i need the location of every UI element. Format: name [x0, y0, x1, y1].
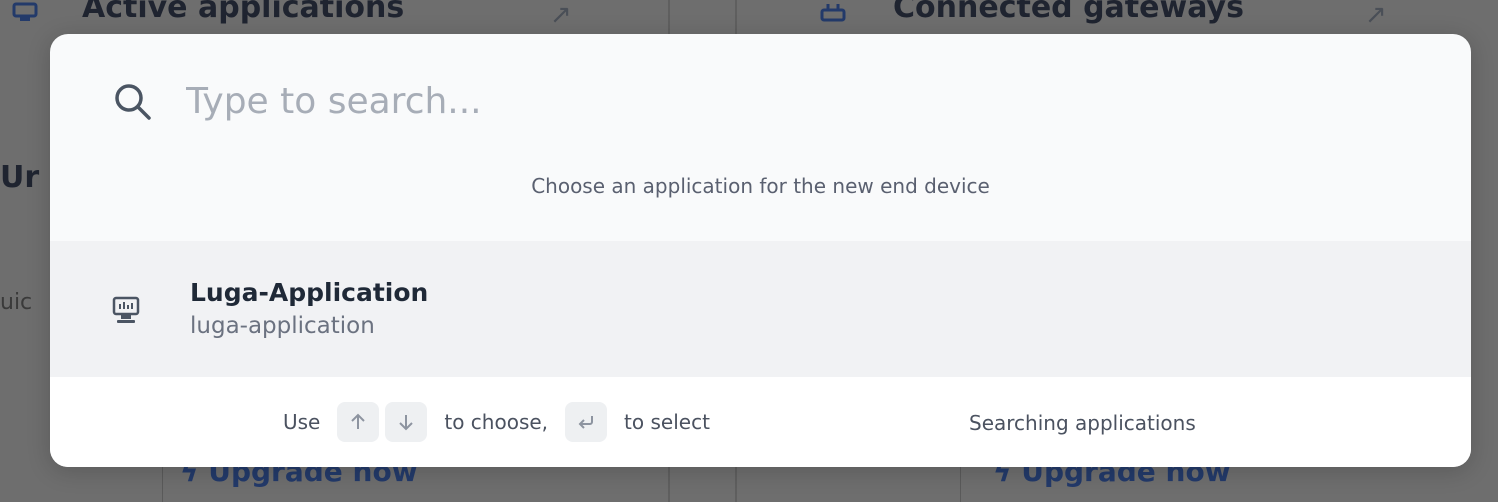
arrow-up-key [337, 402, 380, 442]
result-name: Luga-Application [190, 278, 429, 307]
search-dialog: Choose an application for the new end de… [50, 34, 1471, 467]
search-row [50, 34, 1471, 164]
arrow-up-right-icon: ↗ [550, 0, 572, 30]
search-hint: Choose an application for the new end de… [531, 174, 990, 198]
application-icon [12, 2, 38, 21]
arrow-down-key [385, 402, 428, 442]
use-label: Use [283, 410, 321, 434]
result-item-luga-application[interactable]: Luga-Application luga-application [50, 241, 1471, 377]
dialog-footer: Use to choose, to select Searching appli… [50, 377, 1471, 467]
connected-gateways-title: Connected gateways [893, 0, 1244, 25]
enter-key [565, 402, 608, 442]
result-text: Luga-Application luga-application [190, 276, 428, 342]
search-input[interactable] [186, 80, 1186, 122]
arrow-up-right-icon: ↗ [1365, 0, 1387, 30]
search-icon [115, 84, 151, 120]
arrow-down-icon [399, 415, 414, 431]
result-id: luga-application [190, 313, 375, 339]
choose-label: to choose, [444, 410, 549, 434]
arrow-up-icon [351, 413, 366, 429]
keyboard-hints: Use to choose, to select [283, 402, 710, 442]
application-icon [112, 296, 140, 323]
enter-icon [578, 416, 594, 429]
side-subtext-fragment: uic [0, 290, 33, 315]
gateway-icon [820, 4, 846, 22]
active-applications-title: Active applications [82, 0, 405, 25]
results-list: Luga-Application luga-application [50, 241, 1471, 377]
search-status: Searching applications [969, 411, 1196, 435]
select-label: to select [624, 410, 710, 434]
side-heading-fragment: Ur [0, 160, 40, 195]
